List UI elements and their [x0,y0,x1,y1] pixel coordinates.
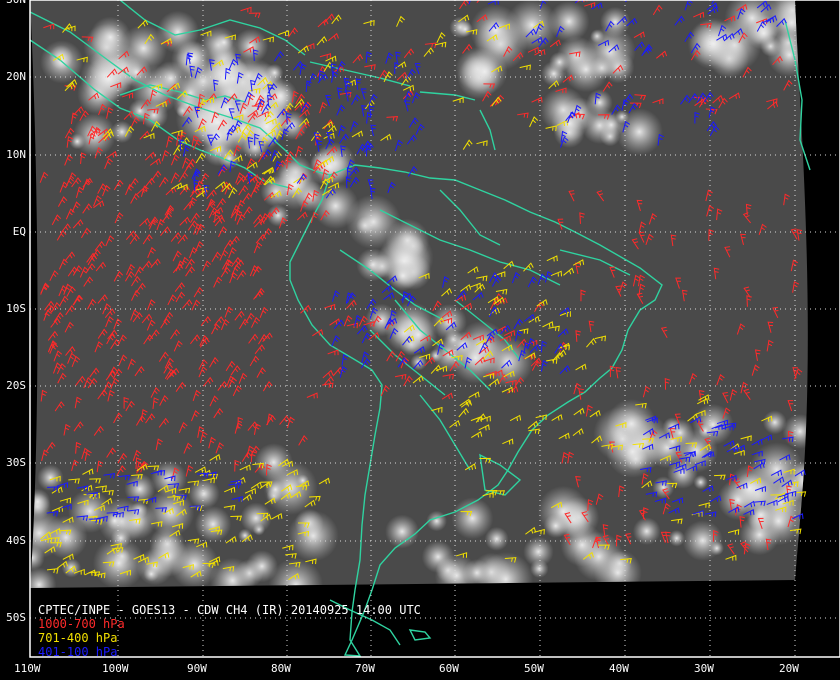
lon-label: 100W [102,662,129,675]
legend-high-level: 401-100 hPa [38,645,118,659]
lat-label: 20S [6,379,26,392]
lon-label: 70W [355,662,375,675]
lon-label: 110W [14,662,41,675]
legend-mid-level: 701-400 hPa [38,631,118,645]
lat-label: 10S [6,302,26,315]
lon-label: 40W [609,662,629,675]
lon-label: 30W [694,662,714,675]
lat-label: 40S [6,534,26,547]
lat-label: 10N [6,148,26,161]
lat-label: 30N [2,0,26,6]
lat-label: 50S [6,611,26,624]
lat-label: 20N [6,70,26,83]
lat-label: 30S [6,456,26,469]
lon-label: 90W [187,662,207,675]
lon-label: 50W [524,662,544,675]
lon-label: 80W [271,662,291,675]
map-title: CPTEC/INPE - GOES13 - CDW CH4 (IR) 20140… [38,603,421,617]
lon-label: 60W [439,662,459,675]
lat-label: EQ [12,225,26,238]
lon-label: 20W [779,662,799,675]
legend-low-level: 1000-700 hPa [38,617,125,631]
satellite-wind-map [29,0,840,658]
